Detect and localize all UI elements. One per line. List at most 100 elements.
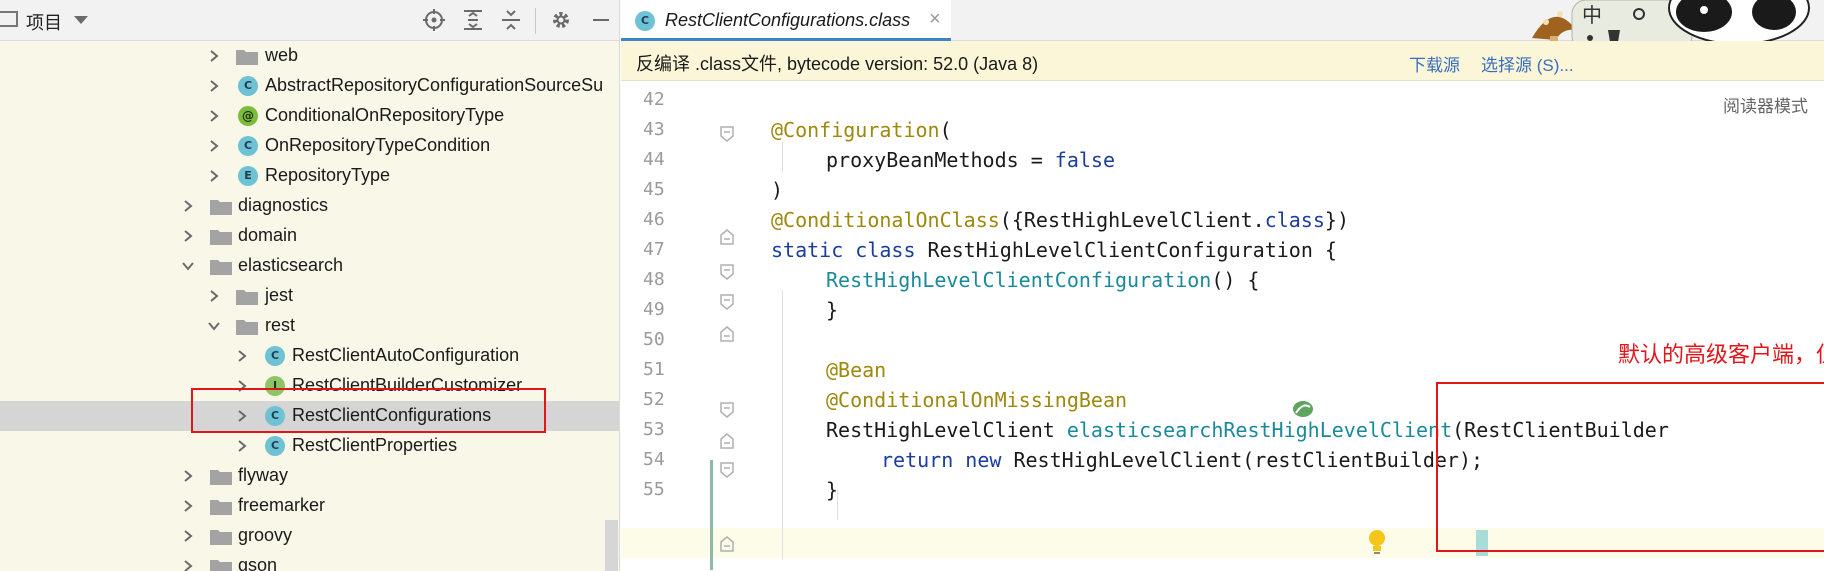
tree-item-repository-type[interactable]: E RepositoryType (0, 161, 619, 191)
chevron-right-icon[interactable] (180, 468, 196, 484)
fold-toggle-icon[interactable] (720, 126, 734, 142)
tree-item-elasticsearch[interactable]: elasticsearch (0, 251, 619, 281)
tree-item-label: flyway (238, 465, 289, 485)
tree-item-conditional-on-repository-type[interactable]: @ ConditionalOnRepositoryType (0, 101, 619, 131)
highlight-box-bean-method (1436, 382, 1824, 552)
minimize-icon[interactable] (588, 8, 614, 34)
tree-item-freemarker[interactable]: freemarker (0, 491, 619, 521)
close-icon[interactable]: × (929, 8, 941, 31)
tree-item-gson[interactable]: gson (0, 551, 619, 571)
fold-toggle-icon[interactable] (720, 264, 734, 280)
folder-icon (210, 228, 232, 245)
code-token: RestHighLevelClient(restClientBuilder); (1013, 448, 1484, 472)
enum-icon: E (238, 166, 258, 186)
tree-item-label: ConditionalOnRepositoryType (265, 105, 505, 125)
fold-toggle-icon[interactable] (720, 402, 734, 418)
tree-item-label: web (265, 45, 299, 65)
annotation-token: @ConditionalOnClass (771, 208, 1000, 232)
code-token: RestHighLevelClient (826, 418, 1067, 442)
chevron-right-icon[interactable] (206, 168, 222, 184)
code-line-43: @Configuration( (771, 118, 952, 148)
project-scrollbar-thumb[interactable] (605, 520, 618, 571)
tree-item-flyway[interactable]: flyway (0, 461, 619, 491)
keyword-token: false (1054, 148, 1115, 172)
tree-item-on-repository-type-condition[interactable]: C OnRepositoryTypeCondition (0, 131, 619, 161)
folder-icon (210, 258, 232, 275)
fold-end-icon[interactable] (720, 229, 734, 245)
tree-item-label: freemarker (238, 495, 326, 515)
tree-item-groovy[interactable]: groovy (0, 521, 619, 551)
view-selector-chevron-down-icon[interactable] (74, 16, 88, 24)
folder-icon (210, 198, 232, 215)
line-number: 45 (643, 179, 665, 200)
tree-item-jest[interactable]: jest (0, 281, 619, 311)
class-icon: C (265, 436, 285, 456)
code-line-47: static class RestHighLevelClientConfigur… (771, 238, 1337, 268)
folder-icon (236, 288, 258, 305)
red-annotation-note: 默认的高级客户端，但是我们刚刚自己配了一个，就不会再用这个默认的了 (1618, 343, 1824, 368)
code-token: RestHighLevelClientConfiguration { (927, 238, 1337, 262)
folder-icon (210, 528, 232, 545)
class-file-icon: C (635, 11, 655, 31)
annotation-token: @Bean (826, 358, 887, 382)
tree-item-rest[interactable]: rest (0, 311, 619, 341)
code-editor: C RestClientConfigurations.class × 中 反编译… (621, 0, 1824, 571)
chevron-right-icon[interactable] (206, 288, 222, 304)
lightbulb-intention-icon[interactable] (1366, 528, 1388, 556)
tree-item-label: OnRepositoryTypeCondition (265, 135, 491, 155)
code-line-45: ) (771, 178, 783, 208)
decompiled-class-infobar: 反编译 .class文件, bytecode version: 52.0 (Ja… (621, 41, 1824, 81)
line-number: 49 (643, 299, 665, 320)
tree-item-label: groovy (238, 525, 293, 545)
chevron-right-icon[interactable] (234, 348, 250, 364)
chevron-down-icon[interactable] (206, 318, 222, 334)
code-token: ({RestHighLevelClient. (999, 208, 1265, 232)
folder-icon (236, 48, 258, 65)
code-token: ( (939, 118, 952, 142)
chevron-right-icon[interactable] (180, 498, 196, 514)
code-line-54: return new RestHighLevelClient(restClien… (881, 448, 1483, 478)
tree-item-web[interactable]: web (0, 41, 619, 71)
chevron-right-icon[interactable] (180, 198, 196, 214)
chevron-right-icon[interactable] (206, 108, 222, 124)
chevron-right-icon[interactable] (206, 78, 222, 94)
tree-item-diagnostics[interactable]: diagnostics (0, 191, 619, 221)
chevron-down-icon[interactable] (180, 258, 196, 274)
tree-item-rest-client-auto-configuration[interactable]: C RestClientAutoConfiguration (0, 341, 619, 371)
line-number: 50 (643, 329, 665, 350)
tab-rest-client-configurations[interactable]: C RestClientConfigurations.class × (621, 0, 951, 41)
project-title[interactable]: 项目 (26, 9, 62, 35)
tree-item-abstract-repository-configuration[interactable]: C AbstractRepositoryConfigurationSourceS… (0, 71, 619, 101)
fold-toggle-icon[interactable] (720, 462, 734, 478)
download-sources-link[interactable]: 下载源 (1409, 51, 1460, 76)
tree-item-domain[interactable]: domain (0, 221, 619, 251)
project-toolbar: 项目 (0, 0, 619, 41)
chevron-right-icon[interactable] (206, 48, 222, 64)
keyword-token: return new (881, 448, 1014, 472)
tree-item-label: jest (265, 285, 294, 305)
code-line-49: } (826, 298, 838, 328)
code-token: proxyBeanMethods = (826, 148, 1055, 172)
chevron-right-icon[interactable] (234, 438, 250, 454)
folder-icon (210, 558, 232, 571)
collapse-all-icon[interactable] (498, 8, 524, 34)
chevron-right-icon[interactable] (180, 558, 196, 571)
code-token: } (826, 478, 839, 502)
chevron-right-icon[interactable] (180, 228, 196, 244)
fold-toggle-icon[interactable] (720, 294, 734, 310)
chevron-right-icon[interactable] (206, 138, 222, 154)
locate-target-icon[interactable] (421, 8, 447, 34)
tree-item-label: elasticsearch (238, 255, 344, 275)
choose-sources-link[interactable]: 选择源 (S)... (1481, 51, 1574, 76)
project-panel: 项目 web C AbstractRepositoryConfiguration… (0, 0, 620, 571)
fold-end-icon[interactable] (720, 433, 734, 449)
line-number: 46 (643, 209, 665, 230)
expand-all-icon[interactable] (460, 8, 486, 34)
fold-end-icon[interactable] (720, 536, 734, 552)
chevron-right-icon[interactable] (180, 528, 196, 544)
gear-icon[interactable] (548, 8, 574, 34)
code-token: () { (1211, 268, 1260, 292)
fold-end-icon[interactable] (720, 326, 734, 342)
code-line-55: } (826, 478, 838, 508)
tree-item-rest-client-properties[interactable]: C RestClientProperties (0, 431, 619, 461)
